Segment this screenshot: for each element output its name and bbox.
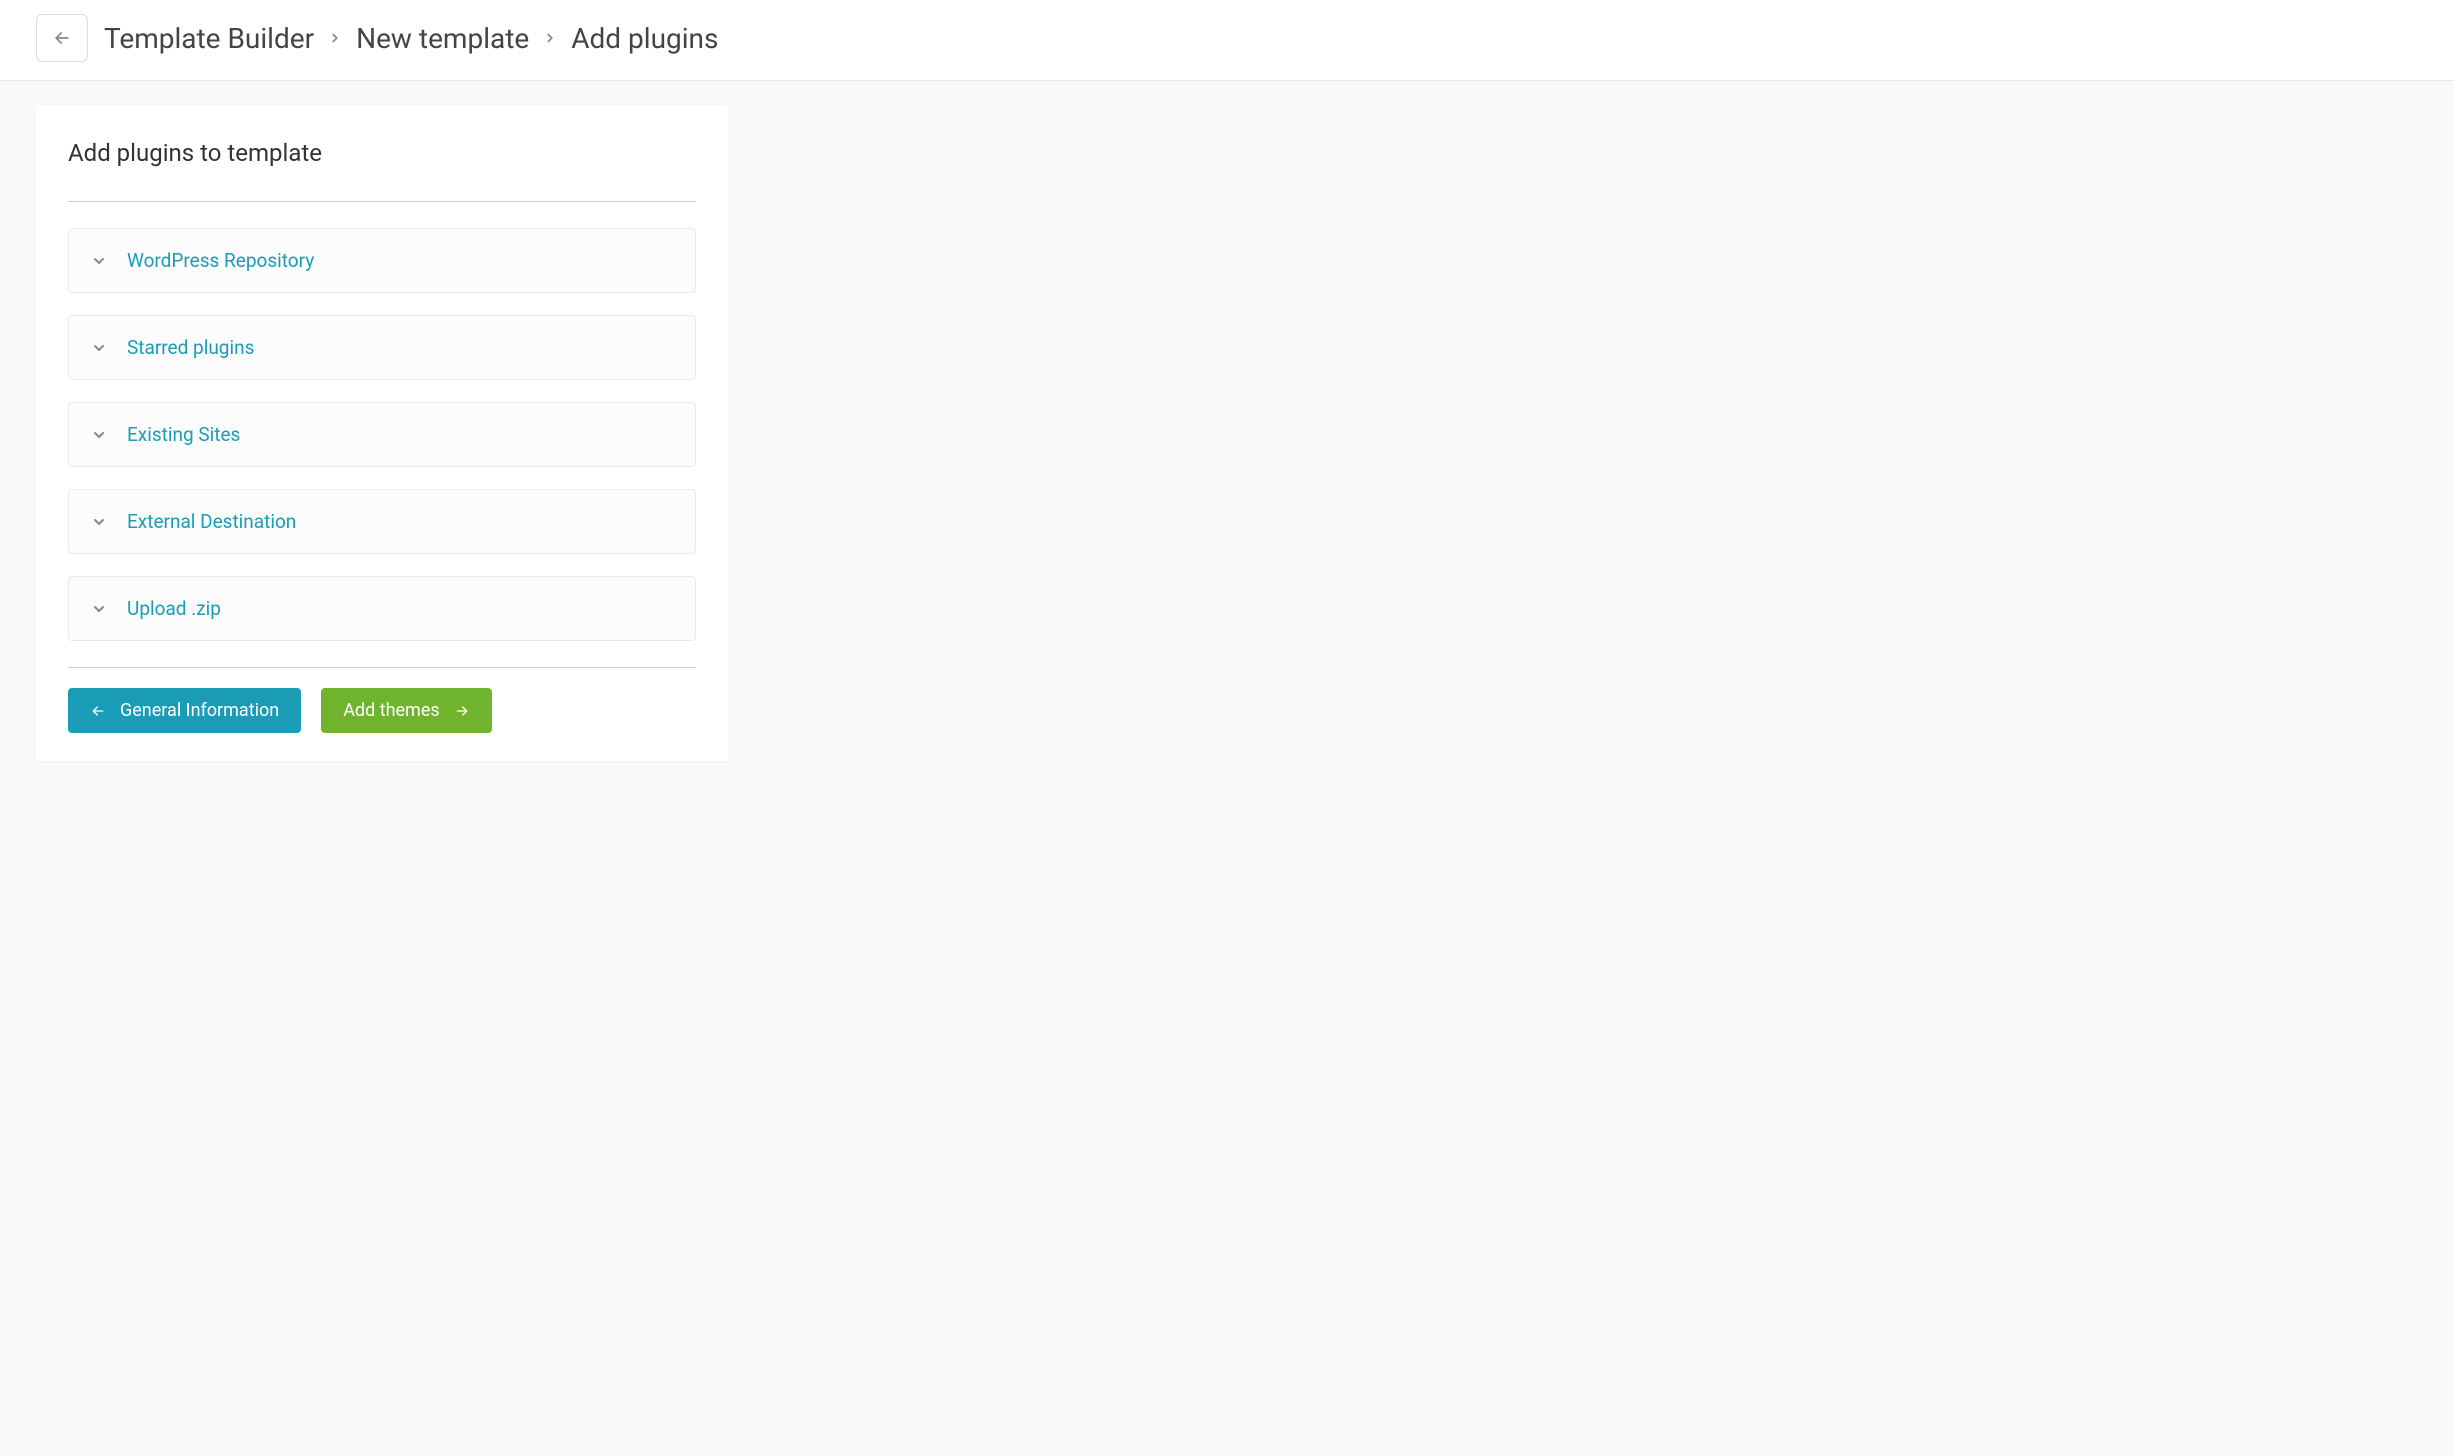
button-label: General Information xyxy=(120,700,279,721)
accordion-label: WordPress Repository xyxy=(127,249,314,272)
accordion-label: Existing Sites xyxy=(127,423,240,446)
card-title: Add plugins to template xyxy=(68,139,696,167)
accordion-existing-sites[interactable]: Existing Sites xyxy=(68,402,696,467)
chevron-right-icon xyxy=(543,31,557,45)
accordion-wordpress-repository[interactable]: WordPress Repository xyxy=(68,228,696,293)
back-button[interactable] xyxy=(36,14,88,62)
add-plugins-card: Add plugins to template WordPress Reposi… xyxy=(36,105,728,761)
add-themes-button[interactable]: Add themes xyxy=(321,688,491,733)
content-area: Add plugins to template WordPress Reposi… xyxy=(0,81,2454,785)
chevron-right-icon xyxy=(328,31,342,45)
breadcrumb-item-2[interactable]: Add plugins xyxy=(571,22,718,55)
chevron-down-icon xyxy=(91,601,107,617)
breadcrumb: Template Builder New template Add plugin… xyxy=(104,22,718,55)
accordion-external-destination[interactable]: External Destination xyxy=(68,489,696,554)
accordion-list: WordPress Repository Starred plugins Exi… xyxy=(68,228,696,641)
header-bar: Template Builder New template Add plugin… xyxy=(0,0,2454,81)
chevron-down-icon xyxy=(91,427,107,443)
button-label: Add themes xyxy=(343,700,439,721)
divider xyxy=(68,667,696,668)
chevron-down-icon xyxy=(91,253,107,269)
arrow-left-icon xyxy=(90,703,106,719)
divider xyxy=(68,201,696,202)
breadcrumb-item-1[interactable]: New template xyxy=(356,22,529,55)
accordion-starred-plugins[interactable]: Starred plugins xyxy=(68,315,696,380)
breadcrumb-item-0[interactable]: Template Builder xyxy=(104,22,314,55)
arrow-right-icon xyxy=(454,703,470,719)
chevron-down-icon xyxy=(91,340,107,356)
accordion-upload-zip[interactable]: Upload .zip xyxy=(68,576,696,641)
accordion-label: Upload .zip xyxy=(127,597,221,620)
accordion-label: External Destination xyxy=(127,510,296,533)
general-information-button[interactable]: General Information xyxy=(68,688,301,733)
accordion-label: Starred plugins xyxy=(127,336,254,359)
button-row: General Information Add themes xyxy=(68,688,696,733)
arrow-left-icon xyxy=(52,28,72,48)
chevron-down-icon xyxy=(91,514,107,530)
